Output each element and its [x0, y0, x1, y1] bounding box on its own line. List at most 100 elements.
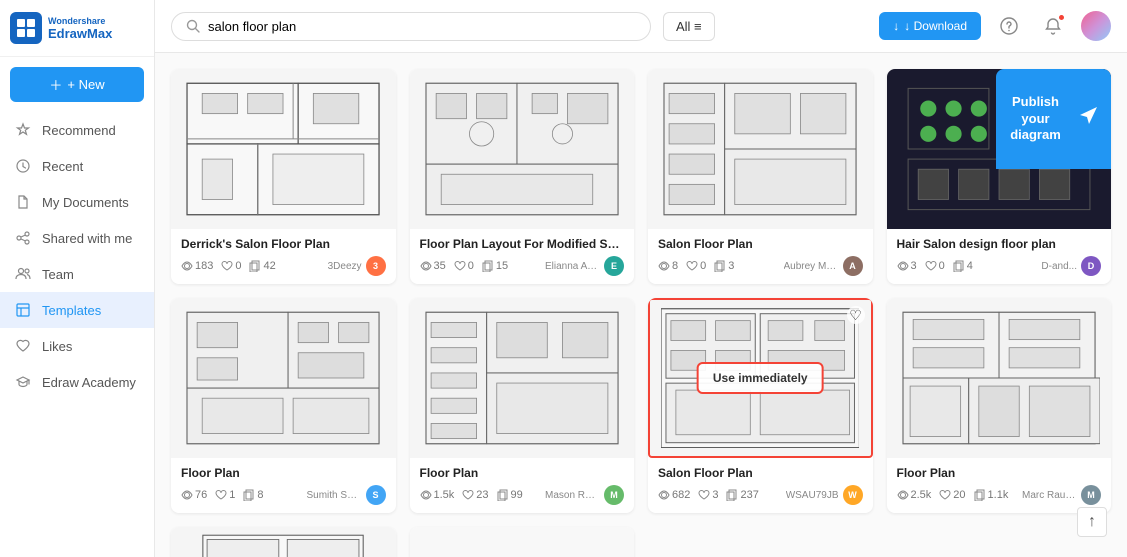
grid-area: Derrick's Salon Floor Plan 183 0 [155, 53, 1127, 557]
sidebar-label-likes: Likes [42, 339, 72, 354]
card-title-hair-salon: Hair Salon design floor plan [897, 237, 1102, 251]
card-info-layout: Floor Plan Layout For Modified Salon Des… [410, 229, 635, 284]
sidebar-nav: Recommend Recent My Documents [0, 112, 154, 400]
author-avatar-hair-salon: D [1081, 256, 1101, 276]
copies-stat: 8 [243, 489, 263, 501]
likes-stat: 0 [454, 260, 474, 272]
card-author-salon1: Aubrey Me... A [784, 256, 863, 276]
eye-icon [897, 489, 909, 501]
card-thumb-fp3 [410, 298, 635, 458]
card-floor-plan-4[interactable]: Floor Plan 2.5k 20 [887, 298, 1112, 513]
card-author-derricks: 3Deezy 3 [328, 256, 386, 276]
all-filter-button[interactable]: All ≡ [663, 12, 715, 41]
sidebar-label-team: Team [42, 267, 74, 282]
author-avatar-derricks: 3 [366, 256, 386, 276]
copies-stat: 1.1k [974, 489, 1009, 501]
copies-stat: 42 [249, 260, 275, 272]
sidebar-item-team[interactable]: Team [0, 256, 154, 292]
sidebar-label-templates: Templates [42, 303, 101, 318]
likes-stat: 0 [686, 260, 706, 272]
card-author-layout: Elianna Avi... E [545, 256, 624, 276]
sidebar-item-recent[interactable]: Recent [0, 148, 154, 184]
card-floor-plan-2[interactable]: Floor Plan 76 1 [171, 298, 396, 513]
copy-icon [953, 260, 965, 272]
views-stat: 682 [658, 489, 690, 501]
card-thumb-bathroom [171, 527, 396, 557]
card-meta-derricks: 183 0 42 3Deezy [181, 256, 386, 276]
download-label: ↓ Download [904, 19, 967, 33]
search-input[interactable] [208, 19, 636, 34]
views-stat: 3 [897, 260, 917, 272]
card-derricks-salon[interactable]: Derrick's Salon Floor Plan 183 0 [171, 69, 396, 284]
card-info-salon1: Salon Floor Plan 8 0 [648, 229, 873, 284]
eye-icon [658, 260, 670, 272]
card-salon-fp-2[interactable]: Use immediately ♡ Salon Floor Plan 682 [648, 298, 873, 513]
author-avatar-salon1: A [843, 256, 863, 276]
new-button[interactable]: ＋ + New [10, 67, 144, 102]
sidebar-item-shared-with-me[interactable]: Shared with me [0, 220, 154, 256]
card-author-salon2: WSAU79JB W [786, 485, 863, 505]
views-stat: 2.5k [897, 489, 932, 501]
topbar-right: ↓ ↓ Download [879, 10, 1111, 42]
card-hair-salon[interactable]: Hair Salon design floor plan 3 0 [887, 69, 1112, 284]
logo-text: Wondershare EdrawMax [48, 16, 112, 41]
card-info-fp2: Floor Plan 76 1 [171, 458, 396, 513]
card-author-hair-salon: D-and... D [1041, 256, 1101, 276]
card-title-derricks: Derrick's Salon Floor Plan [181, 237, 386, 251]
views-stat: 183 [181, 260, 213, 272]
user-avatar[interactable] [1081, 11, 1111, 41]
card-info-fp4: Floor Plan 2.5k 20 [887, 458, 1112, 513]
author-avatar-layout: E [604, 256, 624, 276]
sidebar-item-edraw-academy[interactable]: Edraw Academy [0, 364, 154, 400]
help-button[interactable] [993, 10, 1025, 42]
card-meta-salon2: 682 3 237 WSAU79JB [658, 485, 863, 505]
file-icon [14, 193, 32, 211]
card-salon-fp-1[interactable]: Salon Floor Plan 8 0 [648, 69, 873, 284]
sidebar-item-my-documents[interactable]: My Documents [0, 184, 154, 220]
card-info-hair-salon: Hair Salon design floor plan 3 0 [887, 229, 1112, 284]
heart-small-icon [925, 260, 937, 272]
brand-name-bottom: EdrawMax [48, 26, 112, 41]
likes-stat: 20 [939, 489, 965, 501]
search-box[interactable] [171, 12, 651, 41]
copies-stat: 3 [714, 260, 734, 272]
card-bathroom-fp[interactable]: Bathroom Floor Plan [171, 527, 396, 557]
card-meta-salon1: 8 0 3 Aubrey Me... [658, 256, 863, 276]
views-stat: 1.5k [420, 489, 455, 501]
publish-overlay[interactable]: Publish your diagram [996, 69, 1111, 169]
use-immediately-button[interactable]: Use immediately [697, 362, 824, 394]
graduation-icon [14, 373, 32, 391]
sidebar-label-shared: Shared with me [42, 231, 132, 246]
views-stat: 35 [420, 260, 446, 272]
likes-stat: 3 [698, 489, 718, 501]
card-meta-fp4: 2.5k 20 1.1k Marc Rausell [897, 485, 1102, 505]
card-unknown[interactable] [410, 527, 635, 557]
heart-small-icon [939, 489, 951, 501]
share-icon [14, 229, 32, 247]
heart-small-icon [221, 260, 233, 272]
card-floor-plan-3[interactable]: Floor Plan 1.5k 23 [410, 298, 635, 513]
sidebar-item-templates[interactable]: Templates [0, 292, 154, 328]
eye-icon [420, 260, 432, 272]
card-floor-plan-layout[interactable]: Floor Plan Layout For Modified Salon Des… [410, 69, 635, 284]
sidebar-item-recommend[interactable]: Recommend [0, 112, 154, 148]
download-button[interactable]: ↓ ↓ Download [879, 12, 981, 40]
notification-button[interactable] [1037, 10, 1069, 42]
card-info-derricks: Derrick's Salon Floor Plan 183 0 [171, 229, 396, 284]
card-title-fp2: Floor Plan [181, 466, 386, 480]
sidebar: Wondershare EdrawMax ＋ + New Recommend R… [0, 0, 155, 557]
like-toggle-icon[interactable]: ♡ [847, 306, 865, 324]
author-avatar-salon2: W [843, 485, 863, 505]
card-meta-fp2: 76 1 8 Sumith Sur... [181, 485, 386, 505]
star-icon [14, 121, 32, 139]
heart-small-icon [462, 489, 474, 501]
new-label: + New [67, 77, 104, 92]
scroll-top-button[interactable]: ↑ [1077, 507, 1107, 537]
card-info-salon2: Salon Floor Plan 682 3 [648, 458, 873, 513]
heart-small-icon [215, 489, 227, 501]
heart-icon [14, 337, 32, 355]
sidebar-item-likes[interactable]: Likes [0, 328, 154, 364]
main-area: All ≡ ↓ ↓ Download [155, 0, 1127, 557]
logo-area: Wondershare EdrawMax [0, 0, 154, 57]
copies-stat: 237 [726, 489, 758, 501]
